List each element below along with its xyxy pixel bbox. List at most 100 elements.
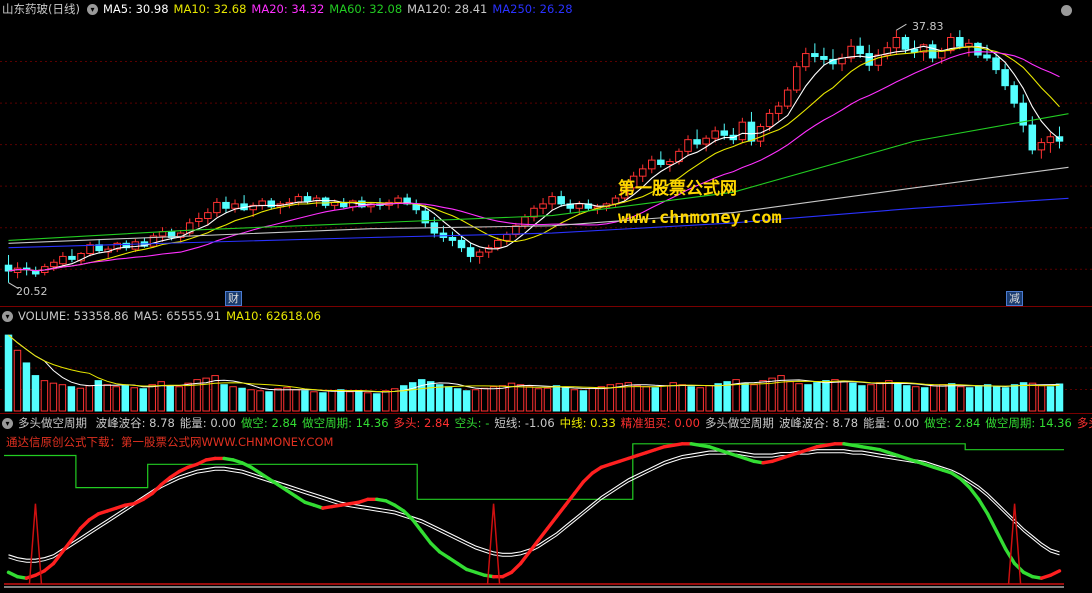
- indicator-legend-item: 多头: [1076, 416, 1092, 430]
- indicator-legend-item: 做空: 2.84: [924, 416, 981, 430]
- volume-bar: [346, 391, 354, 412]
- volume-bar: [786, 381, 794, 412]
- volume-bar: [651, 387, 660, 412]
- candle-body: [321, 197, 330, 206]
- long-short-segment: [536, 526, 550, 542]
- indicator-name-2: 多头做空周期: [704, 416, 774, 430]
- candle-body: [992, 57, 1000, 71]
- long-short-segment: [572, 480, 586, 496]
- volume-bar: [795, 383, 803, 412]
- volume-bar: [4, 334, 13, 412]
- midline: [8, 449, 1060, 560]
- volume-bar: [256, 390, 264, 412]
- volume-bar: [678, 384, 686, 412]
- legend-ma60: MA60: 32.08: [329, 2, 403, 16]
- volume-bar: [525, 386, 534, 412]
- volume-bar: [184, 382, 192, 412]
- legend-vol-ma5: MA5: 65555.91: [133, 309, 222, 323]
- volume-bar: [633, 385, 642, 412]
- volume-bar: [337, 389, 345, 412]
- volume-ma5-line: [8, 334, 1060, 393]
- ma20-line: [8, 51, 1060, 272]
- legend-ma120: MA120: 28.41: [407, 2, 488, 16]
- volume-bar: [408, 382, 417, 412]
- candle-body: [394, 197, 402, 203]
- event-tag-cai[interactable]: 财: [225, 291, 242, 306]
- volume-bar: [885, 380, 893, 412]
- candle-body: [965, 42, 973, 47]
- volume-bar: [938, 384, 947, 412]
- legend-vol-ma10: MA10: 62618.06: [226, 309, 321, 323]
- candle-body: [68, 255, 76, 260]
- volume-bar: [310, 391, 318, 412]
- candle-body: [1037, 142, 1046, 151]
- candle-body: [575, 203, 584, 209]
- volume-bar: [750, 384, 758, 412]
- watermark-line1: 第一股票公式网: [618, 179, 737, 199]
- volume-bar: [274, 388, 282, 412]
- legend-ma10: MA10: 32.68: [173, 2, 247, 16]
- volume-bar: [642, 386, 651, 412]
- indicator-legend-item: 做空周期: 14.36: [985, 416, 1072, 430]
- indicator-pane: ▾ 多头做空周期 波峰波谷: 8.78 能量: 0.00 做空: 2.84 做空周期: …: [0, 414, 1092, 593]
- candle-body: [702, 137, 710, 145]
- volume-bar: [579, 390, 588, 412]
- candle-body: [457, 239, 466, 249]
- candle-body: [1001, 69, 1009, 87]
- ma250-line: [8, 197, 1069, 249]
- collapse-icon[interactable]: ▾: [2, 418, 13, 429]
- candle-body: [204, 212, 212, 219]
- legend-ma20: MA20: 34.32: [251, 2, 325, 16]
- volume-bar: [462, 390, 471, 412]
- volume-bar: [831, 379, 839, 412]
- indicator-name: 多头做空周期: [18, 416, 87, 430]
- volume-bar: [516, 384, 525, 412]
- volume-bar: [22, 362, 31, 412]
- indicator-legend-item: 中线: 0.33: [559, 416, 616, 430]
- indicator-legend-item: 短线: -1.06: [494, 416, 555, 430]
- volume-bar: [840, 381, 848, 412]
- long-short-segment: [967, 485, 981, 502]
- candle-body: [983, 54, 991, 59]
- volume-bar: [166, 385, 174, 412]
- legend-volume: VOLUME: 53358.86: [18, 309, 129, 323]
- candle-body: [466, 247, 475, 257]
- long-short-segment: [581, 471, 595, 484]
- volume-bar: [705, 385, 713, 412]
- volume-bar: [373, 393, 381, 412]
- candle-body: [792, 66, 801, 91]
- price-pane: 山东药玻(日线) ▾ MA5: 30.98 MA10: 32.68 MA20: 34.3…: [0, 0, 1092, 306]
- high-pointer: [896, 23, 907, 31]
- indicator-legend-item: 能量: 0.00: [179, 416, 236, 430]
- volume-bar: [480, 387, 489, 412]
- event-tag-jian[interactable]: 减: [1006, 291, 1023, 306]
- volume-bar: [85, 385, 94, 412]
- collapse-icon[interactable]: ▾: [2, 311, 13, 322]
- volume-bar: [175, 386, 183, 412]
- volume-bar: [804, 384, 812, 412]
- candle-body: [557, 196, 565, 205]
- volume-bar: [858, 385, 866, 412]
- volume-bar: [1001, 387, 1010, 412]
- candle-body: [222, 201, 230, 209]
- volume-bar: [292, 389, 300, 412]
- indicator-legend-item: 空头: -: [454, 416, 490, 430]
- candle-body: [131, 241, 140, 250]
- candle-body: [666, 161, 674, 165]
- candle-body: [856, 45, 864, 55]
- long-short-segment: [42, 561, 56, 573]
- long-short-segment: [428, 541, 442, 554]
- volume-bar: [103, 384, 112, 412]
- volume-bar: [974, 385, 983, 412]
- candle-body: [493, 239, 502, 249]
- candle-body: [1028, 124, 1037, 151]
- volume-bar: [130, 387, 138, 412]
- menu-icon[interactable]: [1061, 5, 1072, 16]
- volume-bar: [40, 380, 49, 412]
- candle-body: [512, 225, 520, 236]
- volume-bar: [417, 379, 426, 412]
- volume-bar: [894, 383, 902, 412]
- collapse-icon[interactable]: ▾: [86, 4, 98, 15]
- volume-bar: [489, 386, 498, 412]
- volume-bar: [238, 387, 246, 412]
